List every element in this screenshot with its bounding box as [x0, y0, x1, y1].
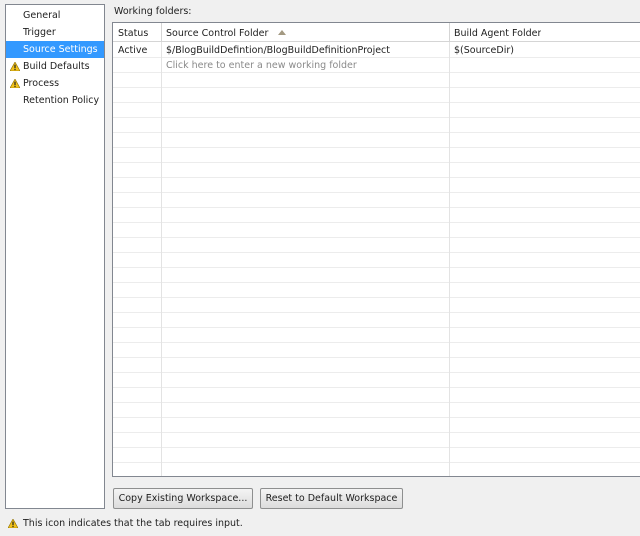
grid-row-separator: [113, 177, 640, 178]
tab-process-label: Process: [23, 78, 60, 89]
grid-row-separator: [113, 132, 640, 133]
row-source-folder-cell[interactable]: $/BlogBuildDefintion/BlogBuildDefinition…: [166, 43, 390, 58]
grid-row-separator: [113, 357, 640, 358]
grid-row-separator: [113, 87, 640, 88]
tab-process[interactable]: Process: [6, 75, 104, 92]
tab-source-settings[interactable]: Source Settings: [6, 41, 104, 58]
column-divider: [161, 23, 162, 476]
grid-row-separator: [113, 102, 640, 103]
column-header-build-agent-folder[interactable]: Build Agent Folder: [454, 26, 541, 41]
tab-list: General Trigger Source Settings Build De…: [5, 4, 105, 509]
grid-row-separator: [113, 162, 640, 163]
grid-row-separator: [113, 312, 640, 313]
grid-row-separator: [113, 342, 640, 343]
grid-row-separator: [113, 447, 640, 448]
tab-retention-policy-label: Retention Policy: [23, 95, 100, 106]
grid-row-separator: [113, 297, 640, 298]
warning-legend-text: This icon indicates that the tab require…: [23, 518, 243, 529]
tab-source-settings-label: Source Settings: [23, 44, 98, 55]
sort-ascending-icon: [278, 30, 287, 35]
grid-row-separator: [113, 462, 640, 463]
tab-trigger[interactable]: Trigger: [6, 24, 104, 41]
header-divider: [449, 23, 450, 41]
row-status-cell[interactable]: Active: [118, 43, 147, 58]
grid-row-separator: [113, 417, 640, 418]
grid-row-separator: [113, 282, 640, 283]
grid-row-separator: [113, 237, 640, 238]
grid-row-separator: [113, 252, 640, 253]
grid-header: Status Source Control Folder Build Agent…: [113, 23, 640, 42]
warning-icon: [10, 79, 20, 88]
grid-row-separator: [113, 372, 640, 373]
tab-retention-policy[interactable]: Retention Policy: [6, 92, 104, 109]
warning-icon: [10, 62, 20, 71]
grid-row-separator: [113, 192, 640, 193]
warning-icon: [8, 519, 18, 528]
column-header-status-label: Status: [118, 28, 149, 39]
tab-build-defaults[interactable]: Build Defaults: [6, 58, 104, 75]
row-agent-folder-cell[interactable]: $(SourceDir): [454, 43, 514, 58]
working-folders-grid[interactable]: Status Source Control Folder Build Agent…: [112, 22, 640, 477]
column-header-source-control-folder[interactable]: Source Control Folder: [166, 26, 287, 41]
grid-row-separator: [113, 432, 640, 433]
grid-row-separator: [113, 402, 640, 403]
tab-general[interactable]: General: [6, 7, 104, 24]
grid-row-separator: [113, 327, 640, 328]
grid-row-separator: [113, 387, 640, 388]
tab-build-defaults-label: Build Defaults: [23, 61, 90, 72]
reset-default-workspace-button[interactable]: Reset to Default Workspace: [260, 488, 403, 509]
column-header-source-label: Source Control Folder: [166, 28, 269, 39]
new-working-folder-row[interactable]: Click here to enter a new working folder: [166, 58, 357, 73]
tab-trigger-label: Trigger: [23, 27, 56, 38]
grid-row-separator: [113, 147, 640, 148]
grid-row-separator: [113, 222, 640, 223]
tab-general-label: General: [23, 10, 61, 21]
header-divider: [161, 23, 162, 41]
grid-row-separator: [113, 267, 640, 268]
column-header-status[interactable]: Status: [118, 26, 148, 41]
grid-row-separator: [113, 117, 640, 118]
grid-row-separator: [113, 207, 640, 208]
column-header-agent-label: Build Agent Folder: [454, 28, 542, 39]
working-folders-heading: Working folders:: [114, 6, 192, 17]
column-divider: [449, 23, 450, 476]
copy-existing-workspace-button[interactable]: Copy Existing Workspace...: [113, 488, 253, 509]
